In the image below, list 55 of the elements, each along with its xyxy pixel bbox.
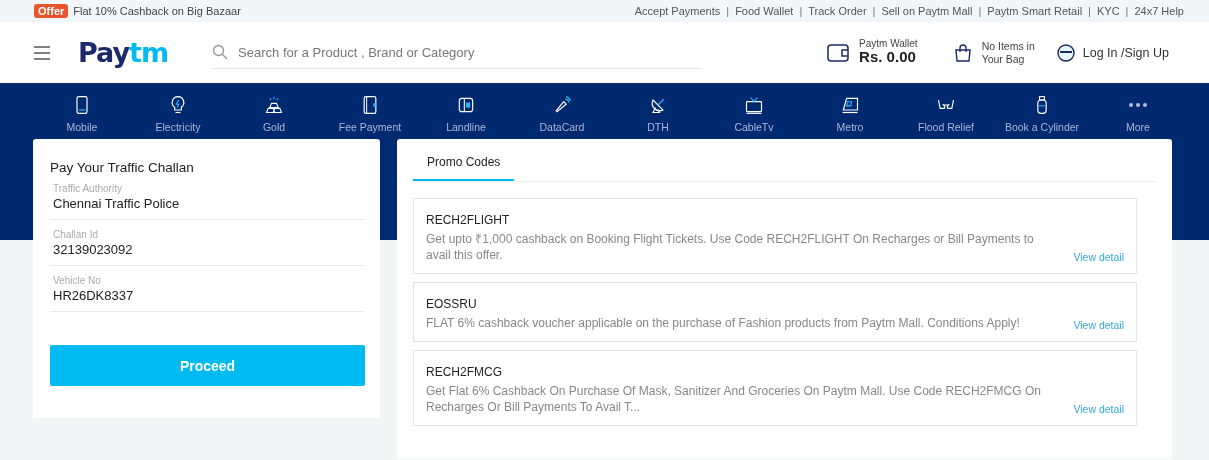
category-button[interactable]: Metro [802,95,898,133]
category-button[interactable]: More [1090,95,1186,133]
landline-icon [456,95,476,115]
wallet-label: Paytm Wallet [859,39,918,50]
input-field[interactable]: 32139023092 [53,242,361,257]
promo-code: RECH2FLIGHT [426,213,511,227]
top-link[interactable]: Food Wallet [735,5,794,17]
separator: | [726,5,730,17]
category-button[interactable]: DataCard [514,95,610,133]
top-link[interactable]: Paytm Smart Retail [987,5,1083,17]
category-button[interactable]: Flood Relief [898,95,994,133]
tab[interactable]: Promo Codes [413,139,515,181]
category-button[interactable]: Fee Payment [322,95,418,133]
category-button[interactable]: Electricity [130,95,226,133]
top-link[interactable]: Sell on Paytm Mall [881,5,973,17]
top-link[interactable]: Accept Payments [634,5,721,17]
ingot-stack-icon [264,95,284,115]
logo[interactable]: Paytm [78,37,169,68]
wallet-balance: Rs. 0.00 [859,49,917,66]
separator: | [1088,5,1091,17]
more-icon [1128,102,1148,108]
promo-code: RECH2FMCG [426,365,503,379]
bag-status: No Items in Your Bag [981,40,1035,65]
category-button[interactable]: Mobile [34,95,130,133]
top-link[interactable]: KYC [1096,5,1120,17]
category-button[interactable]: Gold [226,95,322,133]
login-button[interactable]: Log In /Sign Up [1056,43,1169,62]
input-field[interactable]: HR26DK8337 [53,288,361,303]
promo-description: Get Flat 6% Cashback On Purchase Of Mask, Sanitizer And Groceries On Paytm Mall. Use Code RECH2FMCG On Recharges Or Bill Payments To Avail T... [426,383,1042,415]
promo-code: EOSSRU [426,297,478,311]
field-label: Traffic Authority [53,183,123,194]
search-field[interactable]: Search for a Product , Brand or Category [236,43,703,61]
category-button[interactable]: Landline [418,95,514,133]
separator: | [978,5,982,17]
tv-icon [744,95,764,115]
menu-icon[interactable] [34,45,50,60]
category-button[interactable]: Book a Cylinder [994,95,1090,133]
search-icon [212,44,229,60]
offer-text[interactable]: Flat 10% Cashback on Big Bazaar [73,5,241,17]
category-button[interactable]: CableTv [706,95,802,133]
input-field[interactable]: Chennai Traffic Police [53,196,361,211]
top-link[interactable]: Track Order [808,5,867,17]
separator: | [799,5,803,17]
field-label: Vehicle No [53,275,102,286]
separator: | [872,5,876,17]
top-link[interactable]: 24x7 Help [1134,5,1184,17]
promo-description: Get upto ₹1,000 cashback on Booking Flight Tickets. Use Code RECH2FLIGHT On Recharges or Bill Payments to avail this offer. [426,231,1035,263]
shopping-bag-icon[interactable] [953,43,972,62]
offer-badge: Offer [34,4,69,18]
wallet-icon[interactable] [827,43,850,62]
field-label: Challan Id [53,229,100,240]
separator: | [1125,5,1129,17]
category-button[interactable]: DTH [610,95,706,133]
form-title: Pay Your Traffic Challan [50,160,195,175]
promo-description: FLAT 6% cashback voucher applicable on the purchase of Fashion products from Paytm Mall. Conditions Apply! [426,315,1021,331]
